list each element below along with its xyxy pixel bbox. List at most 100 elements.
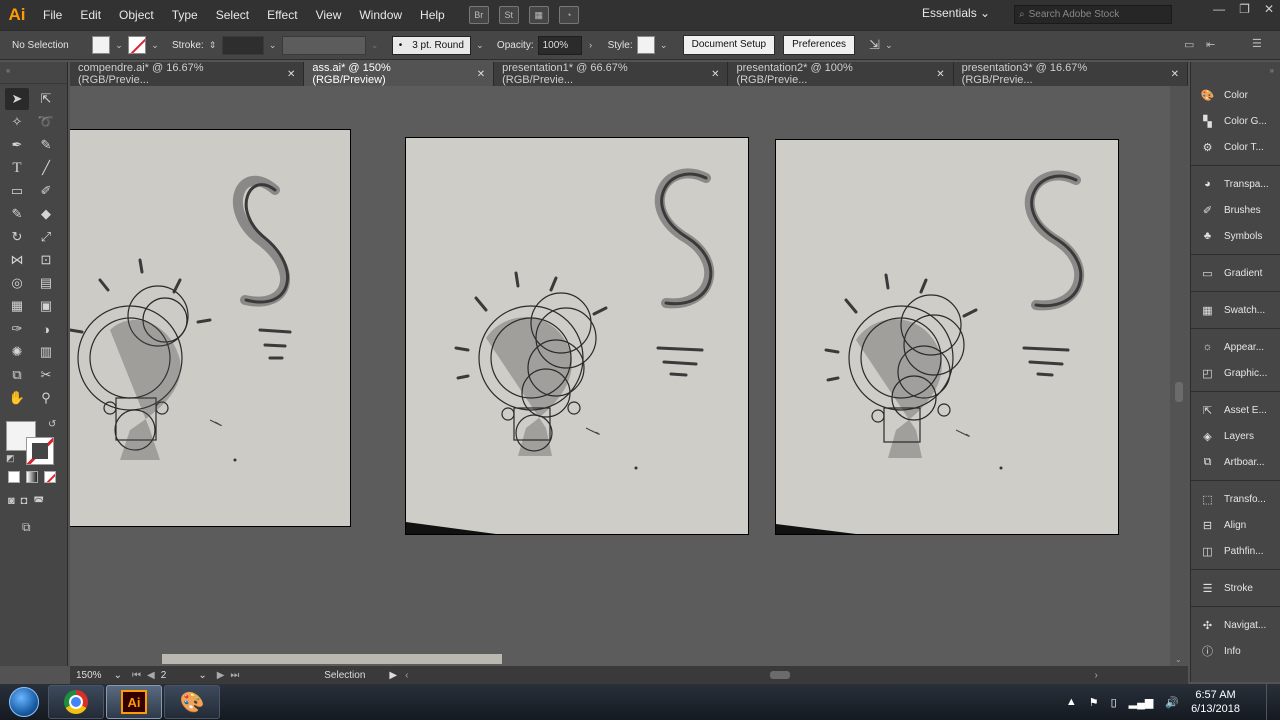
- eyedropper-tool-icon[interactable]: ✑: [5, 318, 29, 340]
- panel-navigator[interactable]: ✣ Navigat...: [1191, 612, 1280, 638]
- artboard[interactable]: [70, 130, 350, 526]
- artboard[interactable]: [406, 138, 748, 534]
- show-desktop-button[interactable]: [1266, 684, 1280, 720]
- paintbrush-tool-icon[interactable]: ✐: [34, 180, 58, 202]
- panels-collapse-icon[interactable]: »: [1191, 62, 1280, 82]
- gpu-performance-icon[interactable]: ◔: [558, 6, 579, 24]
- panel-color[interactable]: 🎨 Color: [1191, 82, 1280, 108]
- chevron-down-icon[interactable]: ⌄: [150, 40, 160, 51]
- close-icon[interactable]: ✕: [936, 69, 944, 80]
- stroke-weight-stepper[interactable]: ⇕: [208, 40, 218, 51]
- tools-collapse-icon[interactable]: «: [0, 62, 67, 84]
- gradient-mode-icon[interactable]: [26, 471, 38, 483]
- taskbar-paint[interactable]: 🎨: [164, 685, 220, 719]
- brush-definition-field[interactable]: • 3 pt. Round: [391, 35, 471, 55]
- stock-search-input[interactable]: ⌕ Search Adobe Stock: [1014, 5, 1172, 24]
- arrange-documents-icon[interactable]: ▦: [528, 6, 549, 24]
- tab-presentation2[interactable]: presentation2* @ 100% (RGB/Previe... ✕: [728, 62, 954, 86]
- column-graph-tool-icon[interactable]: ▥: [34, 341, 58, 363]
- artboard-tool-icon[interactable]: ⧉: [5, 364, 29, 386]
- tab-compendre[interactable]: compendre.ai* @ 16.67% (RGB/Previe... ✕: [70, 62, 305, 86]
- panel-artboards[interactable]: ⧉ Artboar...: [1191, 449, 1280, 475]
- horizontal-scrollbar-thumb[interactable]: [770, 671, 791, 679]
- close-icon[interactable]: ✕: [287, 69, 295, 80]
- type-tool-icon[interactable]: T: [5, 157, 29, 179]
- chevron-down-icon[interactable]: ⌄: [114, 40, 124, 51]
- shaper-tool-icon[interactable]: ✎: [5, 203, 29, 225]
- screen-mode-icon[interactable]: ⧉: [22, 520, 31, 535]
- scale-tool-icon[interactable]: ⤢: [34, 226, 58, 248]
- panel-color-themes[interactable]: ⚙ Color T...: [1191, 134, 1280, 160]
- zoom-tool-icon[interactable]: ⚲: [34, 387, 58, 409]
- pen-tool-icon[interactable]: ✒: [5, 134, 29, 156]
- canvas[interactable]: [70, 86, 1170, 666]
- menu-select[interactable]: Select: [207, 0, 258, 30]
- menu-object[interactable]: Object: [110, 0, 163, 30]
- scrollbar-thumb[interactable]: [1175, 382, 1183, 402]
- curvature-tool-icon[interactable]: ✎: [34, 134, 58, 156]
- stroke-label[interactable]: Stroke:: [172, 40, 204, 51]
- draw-inside-icon[interactable]: ◚: [33, 495, 44, 508]
- panel-transform[interactable]: ⬚ Transfo...: [1191, 486, 1280, 512]
- first-artboard-icon[interactable]: ⏮: [132, 670, 141, 681]
- tab-ass[interactable]: ass.ai* @ 150% (RGB/Preview) ✕: [304, 62, 495, 86]
- preferences-button[interactable]: Preferences: [783, 35, 856, 55]
- rectangle-tool-icon[interactable]: ▭: [5, 180, 29, 202]
- opacity-field[interactable]: 100%: [537, 35, 582, 55]
- panel-transparency[interactable]: ◕ Transpa...: [1191, 171, 1280, 197]
- direct-selection-tool-icon[interactable]: ⇱: [34, 88, 58, 110]
- panel-layers[interactable]: ◈ Layers: [1191, 423, 1280, 449]
- clock[interactable]: 6:57 AM 6/13/2018: [1191, 688, 1240, 716]
- rotate-tool-icon[interactable]: ↻: [5, 226, 29, 248]
- zoom-field[interactable]: 150% ⌄: [70, 670, 126, 681]
- document-setup-button[interactable]: Document Setup: [682, 35, 776, 55]
- width-tool-icon[interactable]: ⋈: [5, 249, 29, 271]
- line-tool-icon[interactable]: ╱: [34, 157, 58, 179]
- fill-swatch[interactable]: [92, 36, 110, 54]
- panel-symbols[interactable]: ♣ Symbols: [1191, 223, 1280, 249]
- selection-tool-icon[interactable]: ➤: [5, 88, 29, 110]
- panel-appearance[interactable]: ☼ Appear...: [1191, 334, 1280, 360]
- arrange-icon[interactable]: ⇲: [869, 37, 880, 53]
- blend-tool-icon[interactable]: ◑: [34, 318, 58, 340]
- network-signal-icon[interactable]: ▂▄▆: [1129, 696, 1154, 709]
- start-button[interactable]: [0, 684, 48, 720]
- symbol-sprayer-tool-icon[interactable]: ✺: [5, 341, 29, 363]
- tab-presentation1[interactable]: presentation1* @ 66.67% (RGB/Previe... ✕: [494, 62, 729, 86]
- taskbar-chrome[interactable]: [48, 685, 104, 719]
- previous-artboard-icon[interactable]: ◀: [147, 670, 155, 681]
- stroke-weight-field[interactable]: [221, 35, 264, 55]
- draw-normal-icon[interactable]: ◙: [8, 495, 15, 508]
- menu-view[interactable]: View: [307, 0, 351, 30]
- last-artboard-icon[interactable]: ⏭: [230, 670, 239, 681]
- magic-wand-tool-icon[interactable]: ✧: [5, 111, 29, 133]
- action-center-flag-icon[interactable]: ⚑: [1089, 696, 1099, 709]
- stroke-color-swatch[interactable]: [26, 437, 54, 465]
- panel-pathfinder[interactable]: ◫ Pathfin...: [1191, 538, 1280, 564]
- eraser-tool-icon[interactable]: ◆: [34, 203, 58, 225]
- taskbar-illustrator[interactable]: Ai: [106, 685, 162, 719]
- menu-help[interactable]: Help: [411, 0, 454, 30]
- device-icon[interactable]: ▯: [1111, 696, 1117, 709]
- graphic-style-swatch[interactable]: [636, 36, 655, 54]
- close-icon[interactable]: ✕: [477, 69, 485, 80]
- menu-type[interactable]: Type: [163, 0, 207, 30]
- opacity-label[interactable]: Opacity:: [497, 40, 534, 51]
- panel-gradient[interactable]: ▭ Gradient: [1191, 260, 1280, 286]
- panel-align[interactable]: ⊟ Align: [1191, 512, 1280, 538]
- variable-width-field[interactable]: [281, 35, 366, 55]
- transform-icon[interactable]: ⇤: [1206, 38, 1215, 51]
- panel-menu-icon[interactable]: ☰: [1252, 37, 1262, 50]
- free-transform-tool-icon[interactable]: ⊡: [34, 249, 58, 271]
- restore-icon[interactable]: ❐: [1239, 2, 1250, 16]
- close-icon[interactable]: ✕: [1171, 69, 1179, 80]
- status-menu-icon[interactable]: ▶: [389, 670, 397, 681]
- stroke-swatch[interactable]: [128, 36, 146, 54]
- workspace-switcher[interactable]: Essentials ⌄: [922, 6, 990, 20]
- next-artboard-icon[interactable]: ▶: [217, 670, 225, 681]
- chevron-down-icon[interactable]: ⌄: [659, 40, 669, 51]
- bridge-button[interactable]: Br: [468, 6, 489, 24]
- panel-color-guide[interactable]: ▚ Color G...: [1191, 108, 1280, 134]
- show-hidden-icons-icon[interactable]: ▲: [1066, 696, 1077, 708]
- close-icon[interactable]: ✕: [711, 69, 719, 80]
